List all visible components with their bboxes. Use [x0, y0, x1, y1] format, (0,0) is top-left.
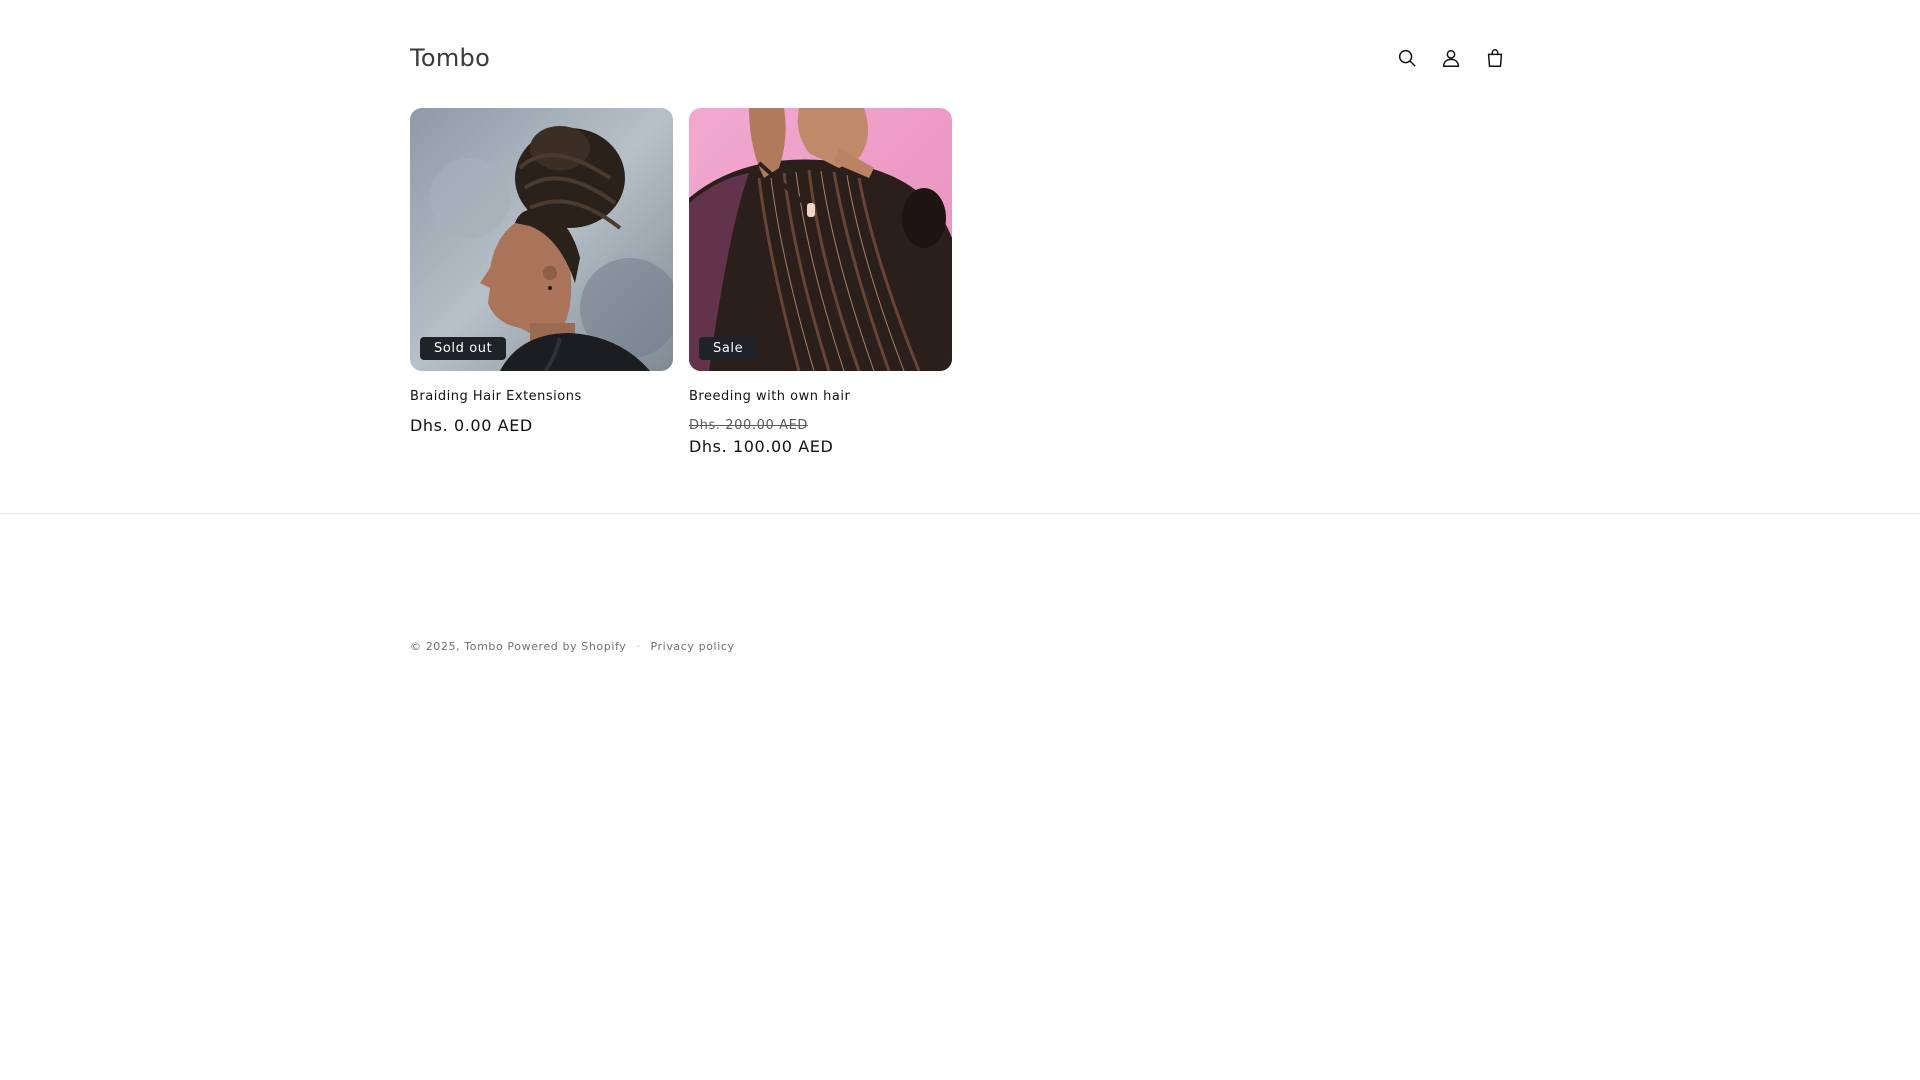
product-grid: Sold out Braiding Hair Extensions Dhs. 0… — [410, 108, 952, 456]
footer-divider — [0, 513, 1920, 514]
privacy-policy-link[interactable]: Privacy policy — [651, 640, 735, 653]
product-image[interactable]: Sold out — [410, 108, 673, 371]
search-button[interactable] — [1392, 43, 1422, 73]
store-logo[interactable]: Tombo — [410, 44, 490, 72]
product-title[interactable]: Breeding with own hair — [689, 389, 952, 404]
cart-icon — [1487, 49, 1503, 67]
header-icons — [1392, 43, 1510, 73]
site-footer: © 2025, Tombo Powered by Shopify · Priva… — [410, 640, 735, 653]
product-card[interactable]: Sold out Braiding Hair Extensions Dhs. 0… — [410, 108, 673, 456]
site-header: Tombo — [410, 32, 1510, 84]
copyright-text: © 2025, — [410, 640, 461, 653]
sale-price: Dhs. 100.00 AED — [689, 437, 834, 456]
sale-badge: Sale — [699, 337, 758, 360]
account-icon — [1442, 49, 1460, 67]
product-title[interactable]: Braiding Hair Extensions — [410, 389, 673, 404]
product-card[interactable]: Sale Breeding with own hair Dhs. 200.00 … — [689, 108, 952, 456]
search-icon — [1398, 49, 1416, 67]
powered-by-link[interactable]: Powered by Shopify — [507, 640, 626, 653]
sold-out-badge: Sold out — [420, 337, 507, 360]
footer-separator: · — [636, 640, 641, 653]
product-photo-braids-updo — [410, 108, 673, 371]
product-photo-cornrows — [689, 108, 952, 371]
compare-at-price: Dhs. 200.00 AED — [689, 418, 809, 433]
page: Tombo Sold out Braiding Hair Extensions … — [0, 0, 1920, 1080]
product-price: Dhs. 0.00 AED — [410, 416, 533, 435]
account-button[interactable] — [1436, 43, 1466, 73]
product-image[interactable]: Sale — [689, 108, 952, 371]
cart-button[interactable] — [1480, 43, 1510, 73]
store-link[interactable]: Tombo — [464, 640, 503, 653]
